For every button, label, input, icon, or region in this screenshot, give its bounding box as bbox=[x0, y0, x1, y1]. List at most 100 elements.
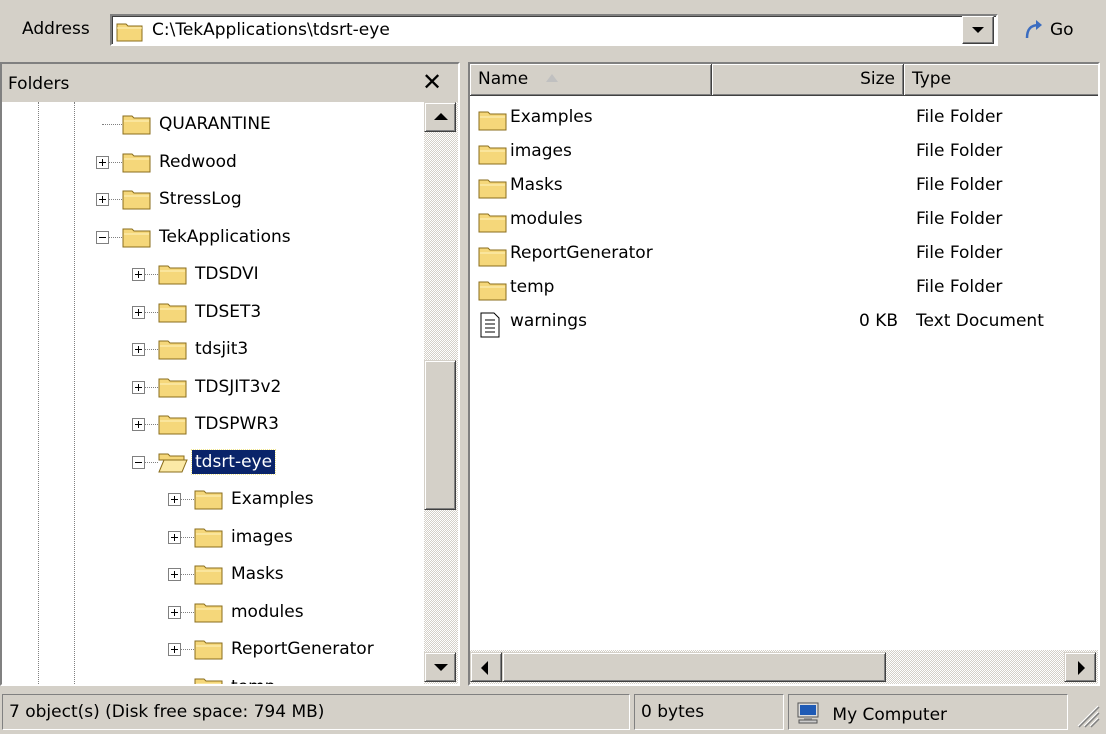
tree-item-label[interactable]: Masks bbox=[228, 562, 287, 586]
chevron-down-icon bbox=[972, 27, 984, 33]
files-horizontal-scrollbar[interactable] bbox=[470, 650, 1098, 684]
pane-splitter[interactable] bbox=[460, 62, 468, 686]
status-zone: My Computer bbox=[788, 694, 1068, 730]
status-bar: 7 object(s) (Disk free space: 794 MB) 0 … bbox=[0, 690, 1106, 734]
tree-item-label[interactable]: TDSPWR3 bbox=[192, 412, 282, 436]
collapse-minus-icon[interactable] bbox=[132, 455, 145, 469]
column-header-name[interactable]: Name bbox=[470, 64, 712, 96]
sort-ascending-icon bbox=[545, 74, 558, 82]
expand-plus-icon[interactable] bbox=[168, 568, 181, 581]
expand-plus-icon[interactable] bbox=[132, 343, 145, 356]
tree-item-label[interactable]: TDSDVI bbox=[192, 262, 262, 286]
scroll-thumb[interactable] bbox=[502, 652, 886, 682]
file-row[interactable]: images File Folder bbox=[470, 136, 1098, 170]
folder-icon bbox=[158, 375, 188, 404]
arrow-left-icon bbox=[481, 661, 488, 675]
tree-item-label[interactable]: TDSJIT3v2 bbox=[192, 375, 284, 399]
column-header-size[interactable]: Size bbox=[712, 64, 904, 96]
status-size: 0 bytes bbox=[634, 694, 784, 730]
folder-icon bbox=[158, 412, 188, 441]
address-dropdown-button[interactable] bbox=[962, 16, 994, 44]
go-button[interactable]: Go bbox=[1004, 14, 1094, 46]
folder-tree[interactable]: QUARANTINE Redwood StressLog TekApplication… bbox=[2, 102, 424, 684]
tree-connector-line bbox=[102, 124, 122, 125]
tree-item-label[interactable]: QUARANTINE bbox=[156, 112, 274, 136]
tree-item-label[interactable]: tdsjit3 bbox=[192, 337, 251, 361]
tree-item-label[interactable]: temp bbox=[228, 675, 278, 685]
scroll-thumb[interactable] bbox=[424, 360, 456, 510]
column-size-label: Size bbox=[860, 69, 895, 89]
text-document-icon bbox=[478, 312, 502, 343]
scroll-right-button[interactable] bbox=[1064, 652, 1096, 682]
close-icon[interactable]: ✕ bbox=[422, 68, 442, 96]
folder-icon bbox=[478, 176, 508, 205]
file-row[interactable]: warnings 0 KB Text Document bbox=[470, 306, 1098, 340]
tree-item-label[interactable]: ReportGenerator bbox=[228, 637, 377, 661]
tree-item-label[interactable]: Examples bbox=[228, 487, 317, 511]
go-arrow-icon bbox=[1022, 18, 1046, 47]
file-name: modules bbox=[510, 209, 583, 229]
folder-tree-scrollbar[interactable] bbox=[424, 102, 458, 684]
folder-icon bbox=[122, 187, 152, 216]
folder-icon bbox=[194, 562, 224, 591]
expand-plus-icon[interactable] bbox=[96, 155, 109, 169]
go-label: Go bbox=[1050, 20, 1074, 40]
file-size: 0 KB bbox=[858, 311, 898, 331]
status-size-text: 0 bytes bbox=[641, 702, 705, 722]
tree-item-label[interactable]: StressLog bbox=[156, 187, 245, 211]
scroll-up-button[interactable] bbox=[424, 102, 456, 132]
tree-item-label[interactable]: modules bbox=[228, 600, 307, 624]
status-objects: 7 object(s) (Disk free space: 794 MB) bbox=[2, 694, 630, 730]
file-type: File Folder bbox=[916, 209, 1003, 229]
file-row[interactable]: ReportGenerator File Folder bbox=[470, 238, 1098, 272]
tree-item-label[interactable]: Redwood bbox=[156, 150, 240, 174]
tree-guide-line bbox=[74, 102, 75, 684]
file-name: ReportGenerator bbox=[510, 243, 653, 263]
expand-plus-icon[interactable] bbox=[168, 605, 181, 619]
file-type: File Folder bbox=[916, 175, 1003, 195]
expand-plus-icon[interactable] bbox=[168, 643, 181, 656]
address-value: C:\TekApplications\tdsrt-eye bbox=[152, 20, 390, 40]
expand-plus-icon[interactable] bbox=[168, 530, 181, 544]
tree-item-label[interactable]: TekApplications bbox=[156, 225, 294, 249]
folder-icon bbox=[194, 600, 224, 629]
file-name: images bbox=[510, 141, 572, 161]
folder-icon bbox=[122, 112, 152, 141]
folder-icon bbox=[478, 244, 508, 273]
resize-grip[interactable] bbox=[1074, 702, 1100, 728]
expand-plus-icon[interactable] bbox=[132, 418, 145, 431]
expand-plus-icon[interactable] bbox=[132, 305, 145, 319]
expand-plus-icon[interactable] bbox=[132, 268, 145, 281]
collapse-minus-icon[interactable] bbox=[96, 230, 109, 244]
file-row[interactable]: Masks File Folder bbox=[470, 170, 1098, 204]
folders-title: Folders bbox=[8, 74, 70, 94]
expand-plus-icon[interactable] bbox=[168, 493, 181, 506]
scroll-down-button[interactable] bbox=[424, 652, 456, 682]
tree-item-label[interactable]: tdsrt-eye bbox=[190, 448, 277, 475]
tree-item-label[interactable]: images bbox=[228, 525, 296, 549]
open-folder-icon bbox=[158, 450, 188, 479]
expand-plus-icon[interactable] bbox=[132, 380, 145, 394]
address-label: Address bbox=[22, 19, 90, 39]
file-row[interactable]: modules File Folder bbox=[470, 204, 1098, 238]
folder-icon bbox=[158, 300, 188, 329]
file-row[interactable]: Examples File Folder bbox=[470, 102, 1098, 136]
address-input[interactable]: C:\TekApplications\tdsrt-eye bbox=[110, 14, 998, 46]
file-name: Masks bbox=[510, 175, 563, 195]
folder-icon bbox=[194, 637, 224, 666]
expand-plus-icon[interactable] bbox=[96, 193, 109, 206]
scroll-left-button[interactable] bbox=[470, 652, 502, 682]
folder-icon bbox=[122, 225, 152, 254]
file-row[interactable]: temp File Folder bbox=[470, 272, 1098, 306]
tree-guide-line bbox=[38, 102, 39, 684]
file-name: temp bbox=[510, 277, 555, 297]
file-type: File Folder bbox=[916, 277, 1003, 297]
folder-icon bbox=[478, 278, 508, 307]
folder-icon bbox=[194, 487, 224, 516]
file-type: File Folder bbox=[916, 141, 1003, 161]
folder-icon bbox=[122, 150, 152, 179]
column-headers: Name Size Type bbox=[470, 64, 1098, 96]
tree-item-label[interactable]: TDSET3 bbox=[192, 300, 264, 324]
folders-header: Folders ✕ bbox=[2, 64, 458, 102]
column-header-type[interactable]: Type bbox=[904, 64, 1098, 96]
